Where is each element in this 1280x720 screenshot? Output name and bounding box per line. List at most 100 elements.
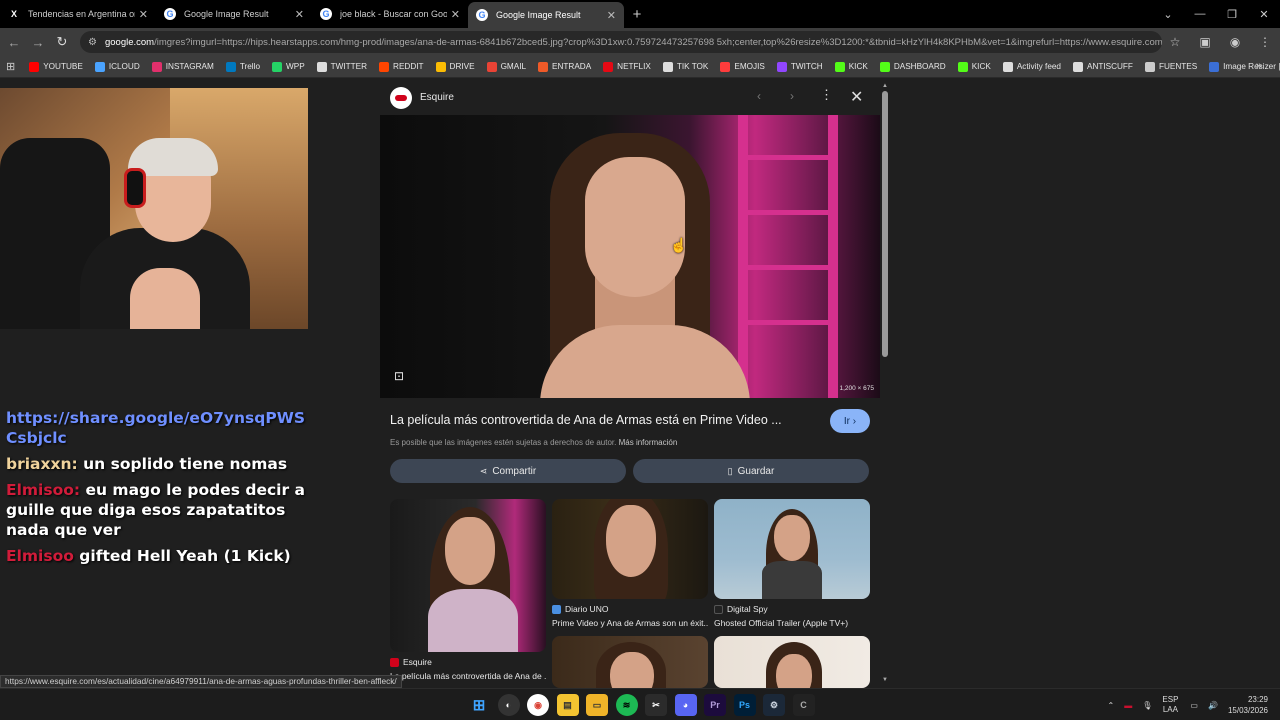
bookmark-label: ANTISCUFF [1086,62,1133,71]
file-explorer-icon[interactable]: ▭ [586,694,608,716]
forward-icon[interactable]: → [26,35,50,50]
bookmark-item[interactable]: TIK TOK [662,61,708,72]
close-icon[interactable]: ✕ [850,87,863,107]
bookmark-item[interactable]: TWITTER [316,61,367,72]
bookmark-item[interactable]: TWITCH [776,61,823,72]
bookmark-item[interactable]: NETFLIX [603,61,651,72]
minimize-icon[interactable]: — [1184,8,1216,20]
volume-icon[interactable]: 🔊 [1208,701,1218,710]
related-title[interactable]: Ghosted Official Trailer (Apple TV+) [714,618,870,628]
scroll-down-icon[interactable]: ▼ [882,677,888,683]
bookmark-favicon-icon [834,61,845,72]
bookmark-item[interactable]: GMAIL [486,61,526,72]
obs-icon[interactable]: ◐ [497,694,520,716]
more-options-icon[interactable]: ⋮ [820,87,833,103]
menu-kebab-icon[interactable]: ⋮ [1250,35,1280,49]
profile-avatar-icon[interactable]: ◉ [1220,35,1250,49]
preview-header: Esquire ‹ › ⋮ ✕ [380,79,880,115]
bookmark-star-icon[interactable]: ☆ [1160,35,1190,49]
bookmark-item[interactable]: ENTRADA [538,61,591,72]
steam-icon[interactable]: ⚙ [763,694,785,716]
bookmark-item[interactable]: Activity feed [1002,61,1061,72]
show-hidden-icons-icon[interactable]: ⌃ [1108,701,1115,710]
close-window-icon[interactable]: ✕ [1248,8,1280,21]
previous-arrow-icon[interactable]: ‹ [757,89,761,103]
bookmark-item[interactable]: Image Resizer | Resi... [1209,61,1280,72]
save-button[interactable]: ▯ Guardar [633,459,869,483]
visit-button[interactable]: Ir › [830,409,870,433]
related-thumbnail[interactable] [552,499,708,599]
tab-search-dropdown-icon[interactable]: ⌄ [1152,8,1184,21]
bookmark-item[interactable]: REDDIT [379,61,424,72]
bookmark-item[interactable]: DRIVE [435,61,475,72]
related-title[interactable]: La película más controvertida de Ana de … [390,671,546,681]
input-language[interactable]: ESP LAA [1162,695,1178,715]
bookmark-item[interactable]: FUENTES [1144,61,1197,72]
image-dimensions: 1,200 × 675 [839,385,874,392]
close-tab-icon[interactable]: ✕ [607,9,616,22]
photoshop-icon[interactable]: Ps [733,694,756,716]
more-info-link[interactable]: Más información [619,438,678,447]
tab-joe-black-search[interactable]: G joe black - Buscar con Google ✕ [312,0,468,28]
windows-start-icon[interactable]: ⊞ [468,694,490,716]
share-button[interactable]: ⋖ Compartir [390,459,626,483]
related-thumbnail[interactable] [552,636,708,688]
new-tab-button[interactable]: + [624,6,650,23]
back-icon[interactable]: ← [2,35,26,50]
scroll-up-icon[interactable]: ▲ [882,83,888,89]
bookmark-item[interactable]: Trello [225,61,260,72]
bookmark-item[interactable]: DASHBOARD [879,61,946,72]
close-tab-icon[interactable]: ✕ [451,8,460,21]
chat-text: gifted Hell Yeah (1 Kick) [73,547,291,565]
next-arrow-icon[interactable]: › [790,89,794,103]
close-tab-icon[interactable]: ✕ [295,8,304,21]
bookmark-item[interactable]: WPP [272,61,305,72]
tab-google-image-result-1[interactable]: G Google Image Result ✕ [156,0,312,28]
related-thumbnail[interactable] [390,499,546,652]
bookmark-favicon-icon [1209,61,1220,72]
google-lens-icon[interactable]: ⊡ [394,369,404,383]
preview-image[interactable]: ⊡ 1,200 × 675 [380,115,880,398]
related-thumbnail[interactable] [714,499,870,599]
close-tab-icon[interactable]: ✕ [139,8,148,21]
bookmark-item[interactable]: YOUTUBE [29,61,83,72]
apps-grid-icon[interactable]: ⊞ [6,60,15,73]
site-info-icon[interactable]: ⚙ [88,37,97,48]
image-preview-panel: Esquire ‹ › ⋮ ✕ ⊡ 1,200 × 675 La películ… [380,79,880,688]
sticky-notes-icon[interactable]: ▤ [556,694,579,716]
panel-scrollbar[interactable]: ▲ ▼ [882,83,888,685]
bookmark-item[interactable]: ANTISCUFF [1072,61,1133,72]
language-layout: LAA [1162,705,1178,714]
bookmark-item[interactable]: EMOJIS [720,61,765,72]
discord-icon[interactable]: ◕ [674,694,697,716]
address-bar[interactable]: ⚙ google.com/imgres?imgurl=https://hips.… [80,31,1162,53]
esquire-logo-icon[interactable] [390,87,412,109]
tab-google-image-result-active[interactable]: G Google Image Result ✕ [468,2,624,28]
system-clock[interactable]: 23:29 15/03/2026 [1228,694,1268,716]
bookmark-item[interactable]: INSTAGRAM [151,61,214,72]
chrome-icon[interactable]: ◉ [527,694,549,716]
bookmark-item[interactable]: ICLOUD [94,61,140,72]
premiere-pro-icon[interactable]: Pr [704,694,726,716]
capcut-icon[interactable]: ✂ [645,694,667,716]
scrollbar-thumb[interactable] [882,91,888,357]
spotify-icon[interactable]: ≋ [615,694,638,716]
bookmark-label: REDDIT [393,62,424,71]
network-icon[interactable]: ▭ [1190,701,1198,710]
image-title[interactable]: La película más controvertida de Ana de … [390,413,782,427]
related-title[interactable]: Prime Video y Ana de Armas son un éxit..… [552,618,708,628]
reload-icon[interactable]: ↻ [50,34,74,50]
source-name[interactable]: Esquire [420,92,454,103]
extensions-icon[interactable]: ▣ [1190,35,1220,49]
status-url-bubble: https://www.esquire.com/es/actualidad/ci… [0,675,402,688]
related-thumbnail[interactable] [714,636,870,688]
flag-icon[interactable]: ▬ [1124,701,1132,710]
maximize-icon[interactable]: ❐ [1216,8,1248,21]
chat-link: https://share.google/eO7ynsqPWSCsbjclc [6,409,305,447]
ccleaner-icon[interactable]: C [792,694,815,716]
bookmark-item[interactable]: KICK [834,61,868,72]
tab-x-trends[interactable]: X Tendencias en Argentina on X ✕ [0,0,156,28]
more-bookmarks-icon[interactable]: » [1256,60,1262,72]
bookmark-item[interactable]: KICK [957,61,991,72]
microphone-icon[interactable]: 🎙 [1142,701,1152,710]
